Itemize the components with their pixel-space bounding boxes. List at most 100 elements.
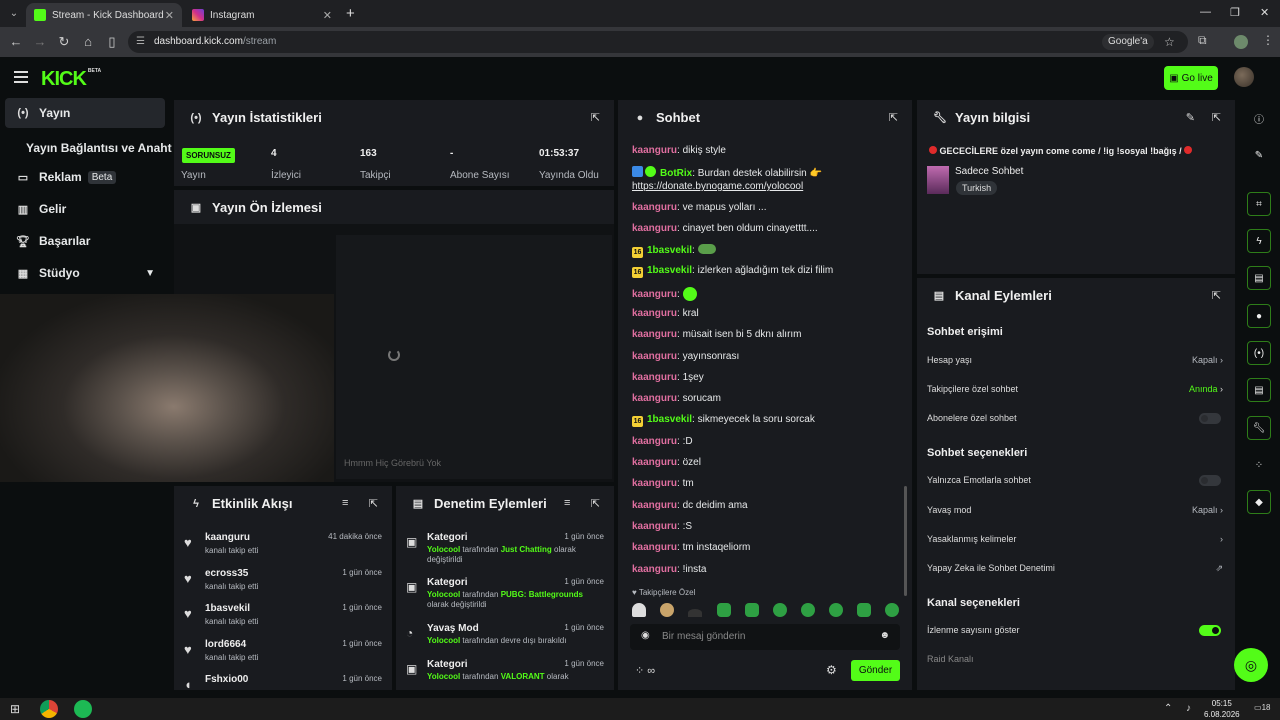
- tab-search-icon[interactable]: ⌄: [6, 6, 22, 22]
- ghost-emote-icon[interactable]: [632, 603, 646, 617]
- scan-icon[interactable]: ⌗: [1247, 192, 1271, 216]
- ai-moderation-row[interactable]: Yapay Zeka ile Sohbet Denetimi ⇗: [927, 563, 1223, 579]
- chat-scrollbar[interactable]: [904, 486, 907, 596]
- emoji-icon[interactable]: ☻: [879, 630, 890, 641]
- kick-emote-icon[interactable]: [773, 603, 787, 617]
- minimize-icon[interactable]: —: [1200, 6, 1211, 18]
- chat-link[interactable]: https://donate.bynogame.com/yolocool: [632, 181, 803, 192]
- sidebar-item-stream-key[interactable]: Yayın Bağlantısı ve Anahtarı: [26, 141, 172, 155]
- sidebar-item-gelir[interactable]: ▥ Gelir: [5, 194, 165, 224]
- sidebar-item-yayin[interactable]: (•) Yayın: [5, 98, 165, 128]
- home-icon[interactable]: ⌂: [80, 34, 96, 49]
- microphone-icon[interactable]: ♪: [1186, 703, 1191, 714]
- kick-logo[interactable]: KICK BETA: [41, 68, 101, 91]
- browser-menu-icon[interactable]: ⋮: [1262, 33, 1274, 47]
- heart-icon: ♥: [184, 642, 192, 657]
- support-chat-button[interactable]: ◎: [1234, 648, 1268, 682]
- filter-icon[interactable]: ≡: [342, 497, 348, 509]
- kick-emote-icon[interactable]: [829, 603, 843, 617]
- url-text: dashboard.kick.com/stream: [154, 36, 277, 47]
- sidebar-item-reklam[interactable]: ▭ Reklam Beta: [5, 162, 165, 192]
- kick-emote-icon[interactable]: [857, 603, 871, 617]
- panel-title: ▣ Yayın Ön İzlemesi: [190, 200, 322, 215]
- more-icon[interactable]: ⁘: [1247, 453, 1271, 477]
- sidebar-item-basarilar[interactable]: 🏆︎ Başarılar: [5, 226, 165, 256]
- chat-bubble-icon[interactable]: ●: [1247, 304, 1271, 328]
- show-viewers-toggle[interactable]: [1199, 625, 1221, 636]
- notification-icon[interactable]: ▭18: [1254, 703, 1270, 712]
- menu-icon[interactable]: [14, 71, 28, 83]
- extensions-icon[interactable]: ⧉: [1198, 33, 1207, 48]
- account-age-row[interactable]: Hesap yaşı Kapalı ›: [927, 355, 1223, 371]
- edit-icon[interactable]: ✎: [1186, 111, 1195, 124]
- restore-icon[interactable]: ❐: [1230, 6, 1240, 19]
- broadcast-icon[interactable]: (•): [1247, 341, 1271, 365]
- viewers-label: İzleyici: [271, 170, 302, 181]
- chat-message: BotRix: Burdan destek olabilirsin 👉: [632, 166, 822, 179]
- tray-chevron-icon[interactable]: ⌃: [1164, 703, 1172, 714]
- stream-title: GECECİLERE özel yayın come come / !ig !s…: [929, 146, 1193, 156]
- popout-icon[interactable]: ⇱: [1212, 111, 1221, 124]
- chrome-icon[interactable]: [40, 700, 58, 718]
- clock[interactable]: 05:15 6.08.2026: [1204, 698, 1240, 720]
- new-tab-icon[interactable]: +: [346, 5, 355, 22]
- lightning-icon[interactable]: ϟ: [1247, 229, 1271, 253]
- actions-icon[interactable]: ▤: [1247, 378, 1271, 402]
- panel-title: ▤ Denetim Eylemleri: [412, 496, 547, 511]
- sidebar-item-studyo[interactable]: ▦ Stüdyo ▼: [5, 258, 165, 288]
- popout-icon[interactable]: ⇱: [369, 497, 378, 510]
- tag-icon[interactable]: ◆: [1247, 490, 1271, 514]
- close-tab-icon[interactable]: ✕: [323, 9, 332, 22]
- windows-start-icon[interactable]: ⊞: [10, 702, 20, 716]
- reload-icon[interactable]: ↻: [56, 34, 72, 50]
- close-tab-icon[interactable]: ✕: [165, 9, 174, 22]
- back-icon[interactable]: ←: [8, 34, 24, 49]
- popout-icon[interactable]: ⇱: [1212, 289, 1221, 302]
- preview-video: [336, 235, 612, 479]
- bookmark-star-icon[interactable]: ☆: [1164, 35, 1175, 49]
- panel-title: ● Sohbet: [634, 110, 700, 125]
- popout-icon[interactable]: ⇱: [889, 111, 898, 124]
- category-name: Sadece Sohbet: [955, 166, 1024, 177]
- spotify-icon[interactable]: [74, 700, 92, 718]
- info-icon[interactable]: ⓘ: [1247, 106, 1271, 130]
- emote-only-toggle[interactable]: [1199, 475, 1221, 486]
- list-item: ♥ lord6664 kanalı takip etti 1 gün önce: [184, 639, 382, 662]
- kick-emote-icon[interactable]: [885, 603, 899, 617]
- raid-channel-row[interactable]: Raid Kanalı: [927, 654, 1223, 670]
- pencil-icon[interactable]: ✎: [1247, 143, 1271, 167]
- go-live-button[interactable]: ▣ Go live: [1164, 66, 1218, 90]
- filter-icon[interactable]: ≡: [564, 497, 570, 509]
- chat-message: kaanguru: :D: [632, 436, 693, 447]
- sidebar-panel-icon[interactable]: ▯: [104, 34, 120, 50]
- category-thumbnail: [927, 166, 949, 194]
- subs-chat-toggle[interactable]: [1199, 413, 1221, 424]
- browser-profile-avatar[interactable]: [1234, 35, 1248, 49]
- banned-words-row[interactable]: Yasaklanmış kelimeler ›: [927, 534, 1223, 550]
- site-info-icon[interactable]: ☰: [136, 36, 145, 47]
- document-icon[interactable]: ▤: [1247, 266, 1271, 290]
- kick-emote-icon[interactable]: [745, 603, 759, 617]
- avatar[interactable]: [1234, 67, 1254, 87]
- google-lens-button[interactable]: Google'a: [1102, 34, 1154, 50]
- hat-emote-icon[interactable]: [688, 609, 702, 617]
- kick-emote-icon[interactable]: [801, 603, 815, 617]
- chat-message: kaanguru: dc deidim ama: [632, 500, 748, 511]
- forward-icon[interactable]: →: [32, 34, 48, 49]
- popout-icon[interactable]: ⇱: [591, 111, 600, 124]
- window-close-icon[interactable]: ✕: [1260, 6, 1269, 19]
- points-icon[interactable]: ⁘ ∞: [635, 664, 655, 677]
- chat-input[interactable]: ◉ Bir mesaj gönderin ☻: [630, 624, 900, 650]
- send-button[interactable]: Gönder: [851, 660, 900, 681]
- wrench-icon[interactable]: 🔧︎: [1247, 416, 1271, 440]
- kick-emote-icon[interactable]: [717, 603, 731, 617]
- followers-chat-row[interactable]: Takipçilere özel sohbet Anında ›: [927, 384, 1223, 400]
- tab-instagram[interactable]: Instagram ✕: [184, 3, 340, 27]
- gear-icon[interactable]: ⚙: [826, 663, 837, 677]
- popout-icon[interactable]: ⇱: [591, 497, 600, 510]
- wrench-icon: 🔧︎: [933, 112, 947, 124]
- tab-kick-dashboard[interactable]: Stream - Kick Dashboard ✕: [26, 3, 182, 27]
- url-field[interactable]: ☰ dashboard.kick.com/stream Google'a ☆: [128, 31, 1188, 53]
- monkey-emote-icon[interactable]: [660, 603, 674, 617]
- slow-mode-row[interactable]: Yavaş mod Kapalı ›: [927, 505, 1223, 521]
